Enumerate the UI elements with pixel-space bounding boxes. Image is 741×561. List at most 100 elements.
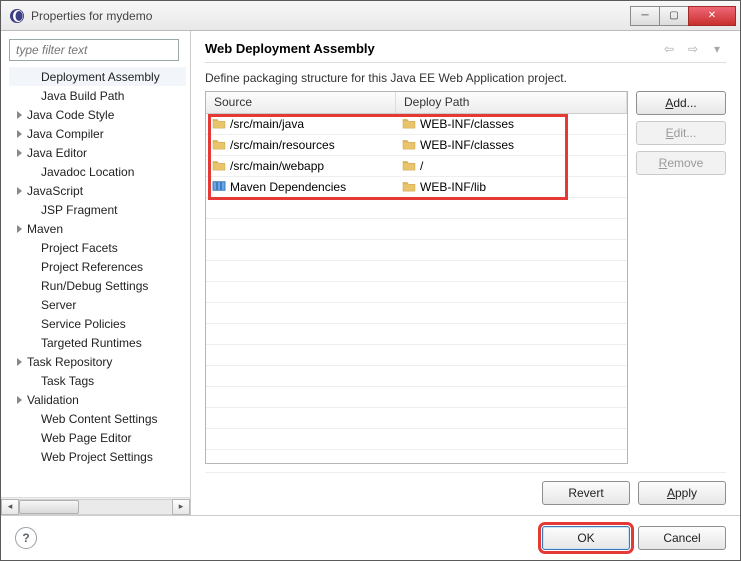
tree-item-label: Validation (27, 393, 79, 407)
page-description: Define packaging structure for this Java… (205, 71, 726, 85)
tree-item-label: Targeted Runtimes (41, 336, 142, 350)
edit-button: Edit... (636, 121, 726, 145)
deploy-path: WEB-INF/classes (420, 117, 514, 131)
deploy-path: WEB-INF/lib (420, 180, 486, 194)
tree-item-label: Java Build Path (41, 89, 124, 103)
tree-item-label: Web Project Settings (41, 450, 153, 464)
tree-item-web-content-settings[interactable]: Web Content Settings (9, 409, 186, 428)
scroll-right-button[interactable]: ▸ (172, 499, 190, 515)
chevron-right-icon[interactable] (13, 109, 25, 121)
col-deploy[interactable]: Deploy Path (396, 92, 627, 113)
table-row[interactable]: /src/main/webapp / (206, 156, 627, 177)
table-row[interactable]: /src/main/java WEB-INF/classes (206, 114, 627, 135)
apply-button[interactable]: Apply (638, 481, 726, 505)
chevron-right-icon[interactable] (13, 147, 25, 159)
tree-item-label: Project References (41, 260, 143, 274)
source-path: /src/main/java (230, 117, 304, 131)
table-row[interactable]: /src/main/resources WEB-INF/classes (206, 135, 627, 156)
tree-item-label: Web Content Settings (41, 412, 158, 426)
table-row[interactable]: Maven DependenciesWEB-INF/lib (206, 177, 627, 198)
chevron-right-icon[interactable] (13, 356, 25, 368)
table-row-empty (206, 261, 627, 282)
category-tree[interactable]: Deployment Assembly Java Build Path Java C… (9, 67, 186, 497)
table-row-empty (206, 282, 627, 303)
assembly-table[interactable]: Source Deploy Path /src/main/java WEB-INF… (205, 91, 628, 464)
tree-item-task-tags[interactable]: Task Tags (9, 371, 186, 390)
tree-item-label: Task Repository (27, 355, 112, 369)
help-button[interactable]: ? (15, 527, 37, 549)
tree-item-java-build-path[interactable]: Java Build Path (9, 86, 186, 105)
scroll-left-button[interactable]: ◂ (1, 499, 19, 515)
library-icon (212, 180, 226, 195)
ok-button[interactable]: OK (542, 526, 630, 550)
chevron-right-icon[interactable] (13, 394, 25, 406)
table-row-empty (206, 198, 627, 219)
scroll-track[interactable] (19, 499, 172, 515)
deploy-path: WEB-INF/classes (420, 138, 514, 152)
folder-icon (402, 138, 416, 153)
tree-item-project-facets[interactable]: Project Facets (9, 238, 186, 257)
horizontal-scrollbar[interactable]: ◂ ▸ (1, 497, 190, 515)
col-source[interactable]: Source (206, 92, 396, 113)
tree-item-maven[interactable]: Maven (9, 219, 186, 238)
tree-item-label: Web Page Editor (41, 431, 132, 445)
titlebar[interactable]: Properties for mydemo ─ ▢ ✕ (1, 1, 740, 31)
properties-dialog: Properties for mydemo ─ ▢ ✕ Deployment A… (0, 0, 741, 561)
filter-input[interactable] (9, 39, 179, 61)
table-row-empty (206, 324, 627, 345)
tree-item-targeted-runtimes[interactable]: Targeted Runtimes (9, 333, 186, 352)
folder-icon (212, 117, 226, 132)
tree-item-javadoc-location[interactable]: Javadoc Location (9, 162, 186, 181)
tree-item-label: Project Facets (41, 241, 118, 255)
source-path: /src/main/resources (230, 138, 335, 152)
tree-item-validation[interactable]: Validation (9, 390, 186, 409)
tree-item-web-page-editor[interactable]: Web Page Editor (9, 428, 186, 447)
tree-item-label: Deployment Assembly (41, 70, 160, 84)
dialog-footer: ? OK Cancel (1, 515, 740, 560)
tree-item-label: Java Compiler (27, 127, 104, 141)
tree-item-project-references[interactable]: Project References (9, 257, 186, 276)
tree-item-label: Task Tags (41, 374, 94, 388)
tree-item-label: JSP Fragment (41, 203, 117, 217)
chevron-right-icon[interactable] (13, 128, 25, 140)
window-title: Properties for mydemo (31, 9, 630, 23)
tree-item-run-debug-settings[interactable]: Run/Debug Settings (9, 276, 186, 295)
tree-item-javascript[interactable]: JavaScript (9, 181, 186, 200)
maximize-button[interactable]: ▢ (659, 6, 689, 26)
table-row-empty (206, 240, 627, 261)
forward-icon[interactable]: ⇨ (684, 42, 702, 56)
add-button[interactable]: Add... (636, 91, 726, 115)
tree-item-server[interactable]: Server (9, 295, 186, 314)
back-icon[interactable]: ⇦ (660, 42, 678, 56)
table-row-empty (206, 219, 627, 240)
tree-item-label: Java Editor (27, 146, 87, 160)
tree-item-label: Maven (27, 222, 63, 236)
chevron-right-icon[interactable] (13, 223, 25, 235)
tree-item-java-code-style[interactable]: Java Code Style (9, 105, 186, 124)
dropdown-icon[interactable]: ▾ (708, 42, 726, 56)
page-title: Web Deployment Assembly (205, 41, 660, 56)
minimize-button[interactable]: ─ (630, 6, 660, 26)
cancel-button[interactable]: Cancel (638, 526, 726, 550)
table-row-empty (206, 429, 627, 450)
tree-item-jsp-fragment[interactable]: JSP Fragment (9, 200, 186, 219)
folder-icon (402, 117, 416, 132)
eclipse-icon (9, 8, 25, 24)
tree-item-deployment-assembly[interactable]: Deployment Assembly (9, 67, 186, 86)
scroll-thumb[interactable] (19, 500, 79, 514)
chevron-right-icon[interactable] (13, 185, 25, 197)
source-path: /src/main/webapp (230, 159, 324, 173)
tree-item-java-compiler[interactable]: Java Compiler (9, 124, 186, 143)
tree-item-java-editor[interactable]: Java Editor (9, 143, 186, 162)
nav-arrows: ⇦ ⇨ ▾ (660, 42, 726, 56)
deploy-path: / (420, 159, 423, 173)
table-row-empty (206, 345, 627, 366)
close-button[interactable]: ✕ (688, 6, 736, 26)
folder-icon (212, 138, 226, 153)
revert-button[interactable]: Revert (542, 481, 630, 505)
tree-item-label: Service Policies (41, 317, 126, 331)
tree-item-task-repository[interactable]: Task Repository (9, 352, 186, 371)
tree-item-service-policies[interactable]: Service Policies (9, 314, 186, 333)
tree-item-web-project-settings[interactable]: Web Project Settings (9, 447, 186, 466)
content-pane: Web Deployment Assembly ⇦ ⇨ ▾ Define pac… (191, 31, 740, 515)
